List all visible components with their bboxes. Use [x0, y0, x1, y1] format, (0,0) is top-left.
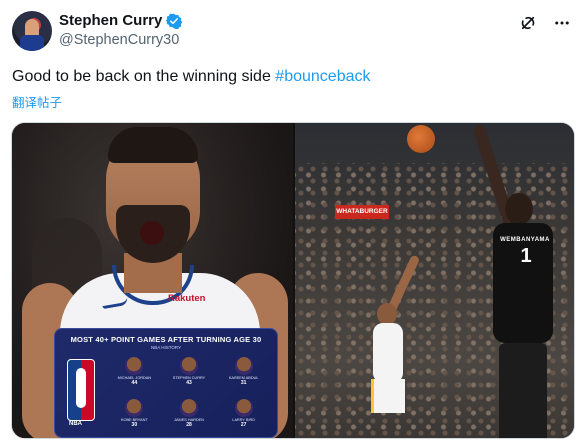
player-cell: STEPHEN CURRY 43	[162, 355, 217, 395]
player-value: 44	[131, 380, 138, 386]
grok-icon[interactable]	[517, 12, 539, 34]
media-grid: Rakuten MOST 40+ POINT GAMES AFTER TURNI…	[11, 122, 575, 439]
player-photo	[234, 357, 253, 375]
player-photo	[125, 399, 144, 417]
player-cell: KOBE BRYANT 30	[107, 397, 162, 437]
more-icon[interactable]	[551, 12, 573, 34]
verified-badge-icon	[166, 13, 183, 29]
tweet-text: Good to be back on the winning side #bou…	[12, 66, 370, 88]
name-row: Stephen Curry	[59, 12, 183, 29]
logo-silhouette	[76, 368, 86, 408]
top-actions	[517, 12, 573, 34]
player-legs	[499, 343, 547, 438]
player-shorts	[371, 379, 405, 413]
sponsor-patch: Rakuten	[168, 293, 206, 304]
player-cell: MICHAEL JORDAN 44	[107, 355, 162, 395]
jersey-number: 1	[520, 245, 532, 267]
hashtag-link[interactable]: #bounceback	[275, 68, 370, 85]
hair	[108, 127, 198, 163]
avatar[interactable]	[12, 11, 52, 51]
translate-post-link[interactable]: 翻译帖子	[12, 92, 62, 111]
player-cell: LARRY BIRD 27	[216, 397, 271, 437]
nba-logo-text: NBA	[69, 421, 82, 427]
player-photo	[179, 399, 198, 417]
player-head	[377, 303, 397, 325]
avatar-jersey	[20, 35, 44, 51]
player-grid: MICHAEL JORDAN 44 STEPHEN CURRY 43 KAREEM …	[107, 355, 271, 437]
player-head	[505, 193, 533, 225]
player-value: 43	[186, 380, 192, 386]
player-value: 28	[186, 422, 192, 428]
mouth	[140, 221, 164, 245]
user-handle[interactable]: @StephenCurry30	[59, 32, 179, 48]
stats-title: MOST 40+ POINT GAMES AFTER TURNING AGE 3…	[70, 335, 262, 344]
player-jersey	[373, 323, 403, 383]
jersey-name: WEMBANYAMA	[500, 237, 550, 243]
basketball-icon	[407, 125, 435, 153]
stats-subtitle: NBA HISTORY	[150, 345, 182, 350]
nba-logo-icon	[67, 359, 95, 421]
photo-game-action[interactable]: WHATABURGER WEMBANYAMA 1	[295, 123, 574, 438]
display-name[interactable]: Stephen Curry	[59, 12, 162, 29]
arena-sign: WHATABURGER	[335, 205, 389, 219]
tweet-body: Good to be back on the winning side	[12, 68, 276, 85]
photo-curry-closeup[interactable]: Rakuten MOST 40+ POINT GAMES AFTER TURNI…	[12, 123, 293, 438]
player-photo	[234, 399, 253, 417]
defending-player: WEMBANYAMA 1	[472, 123, 573, 438]
player-cell: KAREEM ABDUL 31	[216, 355, 271, 395]
player-photo	[125, 357, 144, 375]
tweet-header: Stephen Curry @StephenCurry30	[12, 10, 573, 54]
player-value: 31	[240, 380, 247, 386]
shooting-player	[367, 254, 421, 423]
player-value: 27	[240, 422, 247, 428]
player-photo	[179, 357, 198, 375]
player-value: 30	[131, 422, 138, 428]
player-cell: JAMES HARDEN 28	[162, 397, 217, 437]
stats-graphic: MOST 40+ POINT GAMES AFTER TURNING AGE 3…	[54, 328, 278, 438]
